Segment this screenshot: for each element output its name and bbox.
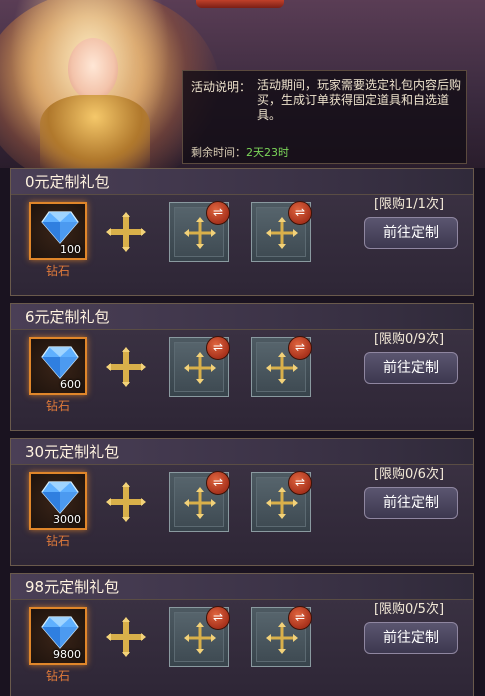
event-info-label: 活动说明： [191,80,252,94]
gift-pack-card: 6元定制礼包 600 钻石 ⇌ ⇌ [限购0/9次] 前往定制 [10,303,474,431]
swap-icon[interactable]: ⇌ [206,336,230,360]
diamond-icon [41,346,79,379]
plus-icon [106,482,146,522]
diamond-count: 9800 [53,648,81,661]
swap-icon[interactable]: ⇌ [288,201,312,225]
diamond-label: 钻石 [45,399,70,413]
go-customize-button[interactable]: 前往定制 [364,352,458,384]
banner-character-armor [40,95,150,168]
diamond-icon [41,481,79,514]
optional-item-slot-1[interactable]: ⇌ [169,336,230,397]
pack-title: 98元定制礼包 [11,574,473,600]
pack-title: 30元定制礼包 [11,439,473,465]
remaining-time-value: 2天23时 [246,146,289,159]
swap-icon[interactable]: ⇌ [206,606,230,630]
gift-pack-card: 30元定制礼包 3000 钻石 ⇌ ⇌ [限购0/6次] 前往定制 [10,438,474,566]
diamond-count: 3000 [53,513,81,526]
optional-item-slot-2[interactable]: ⇌ [251,336,312,397]
hero-banner: 活动说明： 活动期间，玩家需要选定礼包内容后购买，生成订单获得固定道具和自选道具… [0,0,485,168]
pack-title: 6元定制礼包 [11,304,473,330]
diamond-label: 钻石 [45,669,70,683]
swap-icon[interactable]: ⇌ [288,606,312,630]
plus-icon [106,347,146,387]
go-customize-button[interactable]: 前往定制 [364,622,458,654]
optional-item-slot-1[interactable]: ⇌ [169,606,230,667]
swap-icon[interactable]: ⇌ [288,336,312,360]
swap-icon[interactable]: ⇌ [206,471,230,495]
purchase-limit: [限购0/6次] [373,467,445,482]
purchase-limit: [限购0/5次] [373,602,445,617]
diamond-item-slot[interactable]: 100 [29,202,87,260]
swap-icon[interactable]: ⇌ [288,471,312,495]
gift-pack-card: 98元定制礼包 9800 钻石 ⇌ ⇌ [限购0/5次] 前往定制 [10,573,474,696]
pack-title: 0元定制礼包 [11,169,473,195]
optional-item-slot-2[interactable]: ⇌ [251,606,312,667]
diamond-count: 600 [60,378,81,391]
optional-item-slot-1[interactable]: ⇌ [169,471,230,532]
plus-icon [106,212,146,252]
optional-item-slot-2[interactable]: ⇌ [251,201,312,262]
go-customize-button[interactable]: 前往定制 [364,217,458,249]
diamond-item-slot[interactable]: 3000 [29,472,87,530]
banner-top-ornament [196,0,284,8]
purchase-limit: [限购1/1次] [373,197,445,212]
purchase-limit: [限购0/9次] [373,332,445,347]
banner-character-face [68,38,118,100]
gift-pack-card: 0元定制礼包 100 钻石 ⇌ ⇌ [限购1/1次] 前往定制 [10,168,474,296]
event-info-text: 活动期间，玩家需要选定礼包内容后购买，生成订单获得固定道具和自选道具。 [257,78,462,122]
diamond-icon [41,616,79,649]
event-info-box: 活动说明： 活动期间，玩家需要选定礼包内容后购买，生成订单获得固定道具和自选道具… [182,70,467,164]
diamond-label: 钻石 [45,534,70,548]
diamond-item-slot[interactable]: 9800 [29,607,87,665]
optional-item-slot-2[interactable]: ⇌ [251,471,312,532]
swap-icon[interactable]: ⇌ [206,201,230,225]
remaining-time-label: 剩余时间： [191,146,246,159]
optional-item-slot-1[interactable]: ⇌ [169,201,230,262]
diamond-item-slot[interactable]: 600 [29,337,87,395]
diamond-icon [41,211,79,244]
diamond-count: 100 [60,243,81,256]
go-customize-button[interactable]: 前往定制 [364,487,458,519]
plus-icon [106,617,146,657]
diamond-label: 钻石 [45,264,70,278]
remaining-time: 剩余时间：2天23时 [191,144,289,160]
